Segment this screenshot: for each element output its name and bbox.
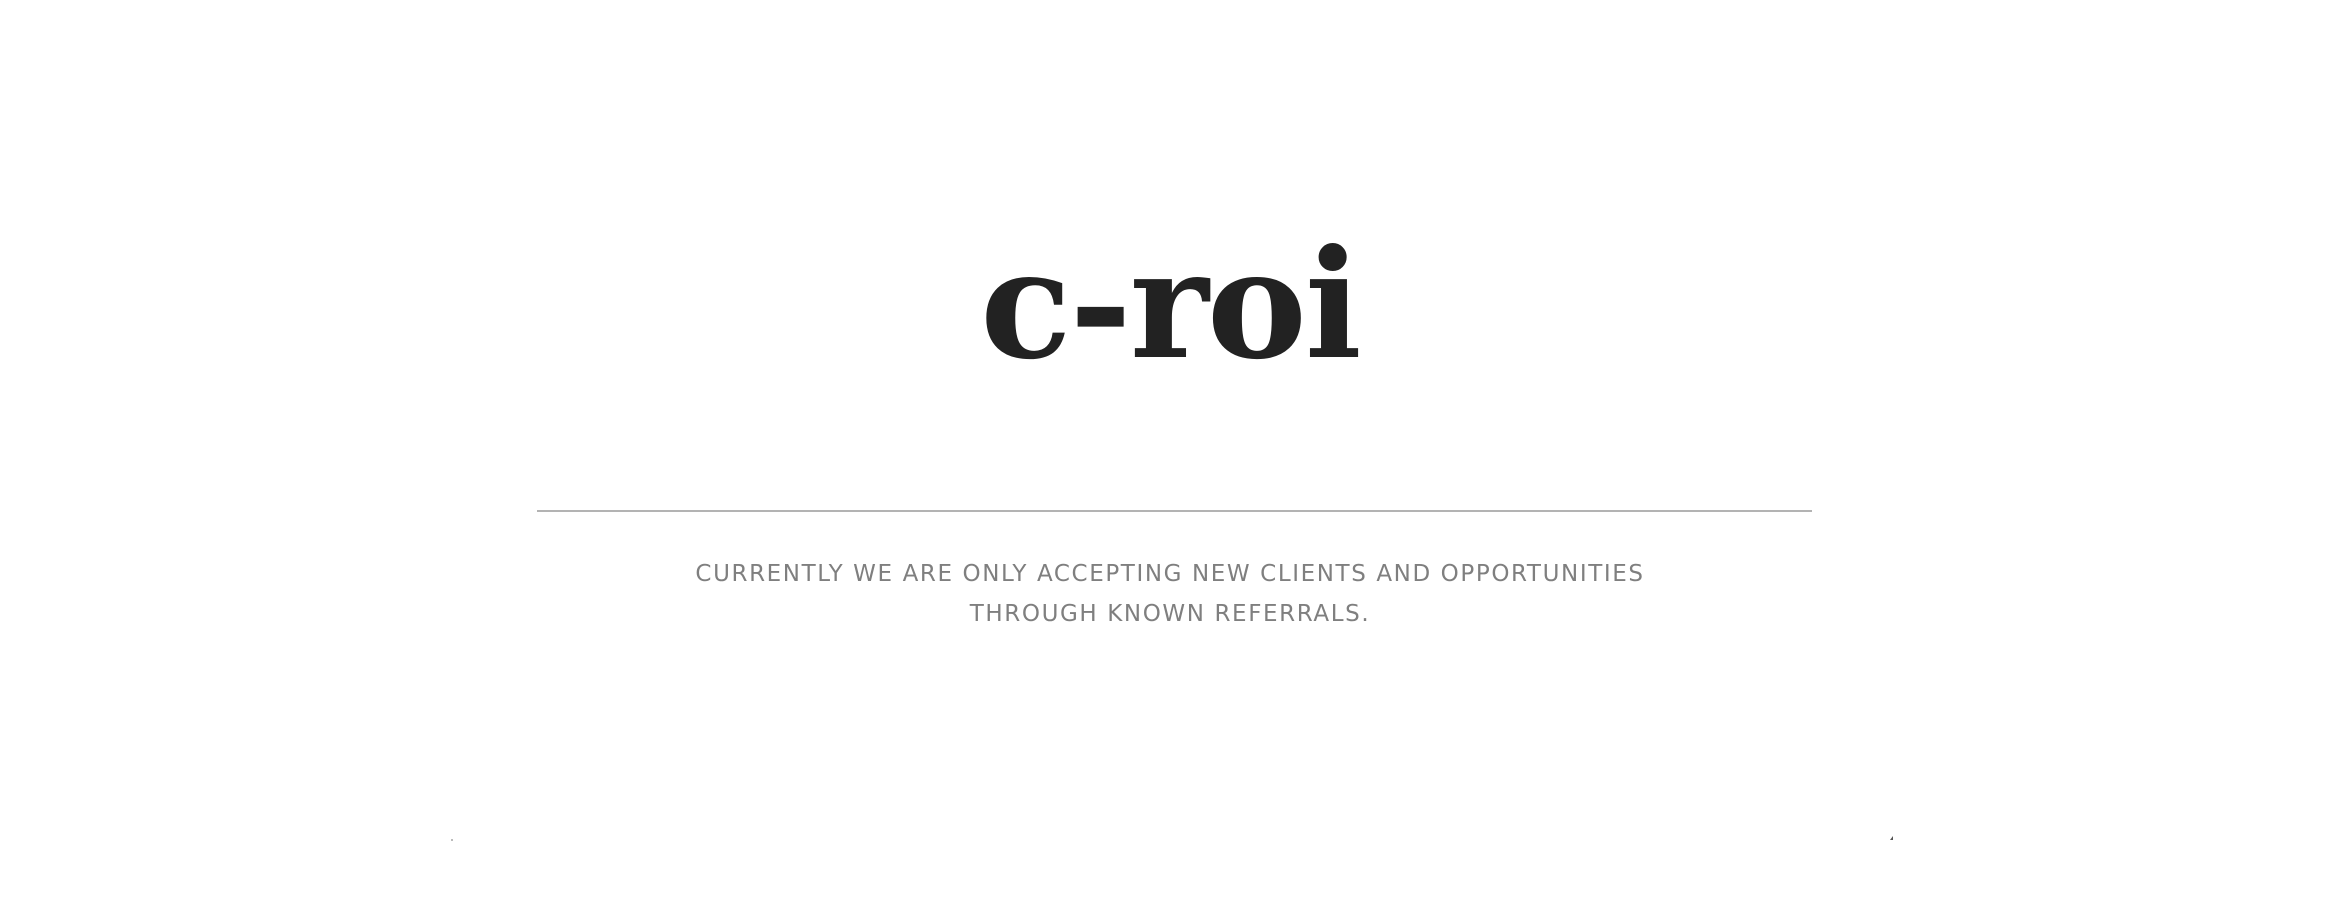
brand-logo: c-roi [980, 217, 1362, 393]
referral-notice-line-2: THROUGH KNOWN REFERRALS. [969, 601, 1371, 627]
corner-dot-icon [451, 839, 453, 841]
section-divider [537, 510, 1812, 512]
referral-notice: CURRENTLY WE ARE ONLY ACCEPTING NEW CLIE… [0, 554, 2340, 634]
referral-notice-line-1: CURRENTLY WE ARE ONLY ACCEPTING NEW CLIE… [695, 561, 1645, 587]
landing-page: c-roi CURRENTLY WE ARE ONLY ACCEPTING NE… [0, 0, 2340, 900]
corner-triangle-icon [1890, 836, 1893, 840]
